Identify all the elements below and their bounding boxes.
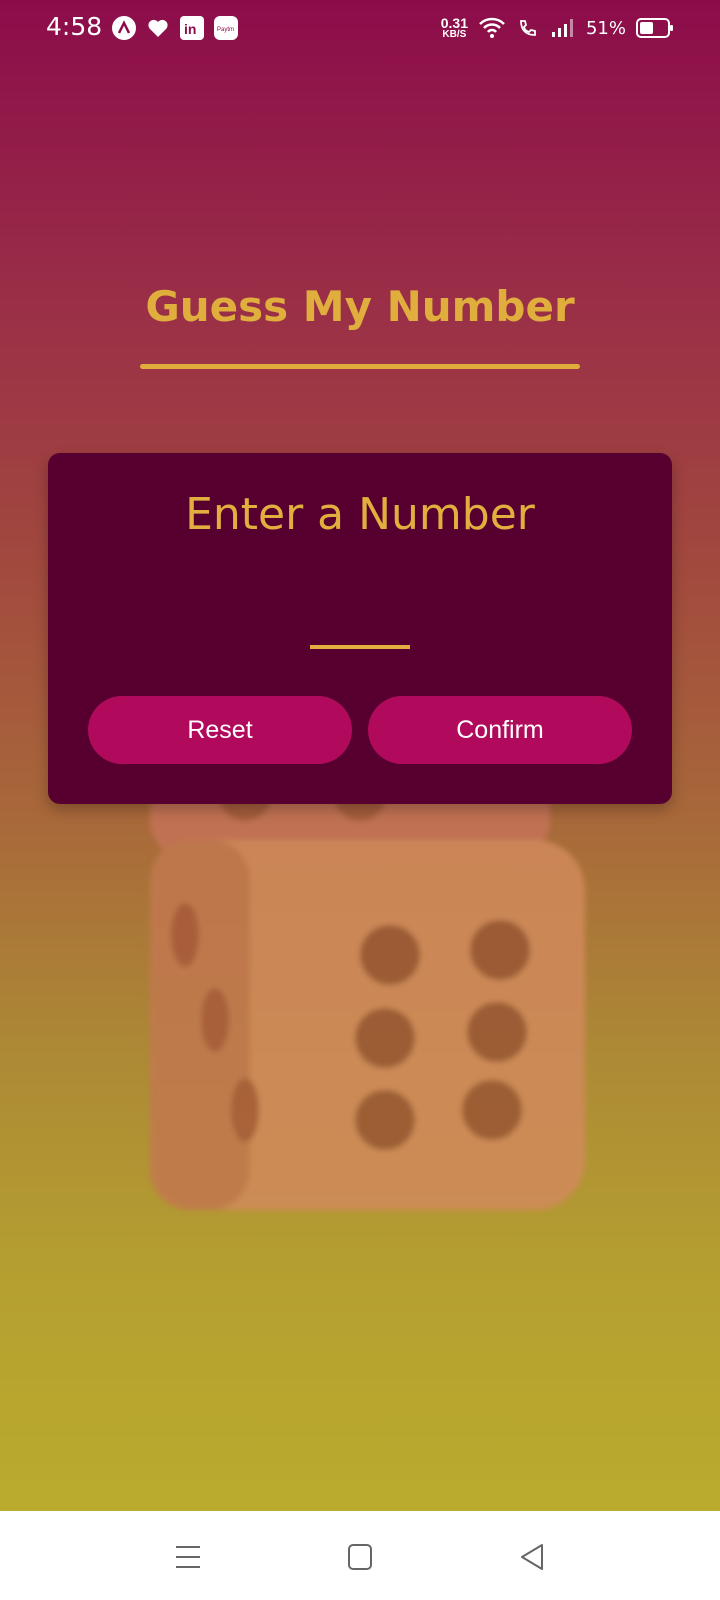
wifi-calling-icon: [520, 20, 536, 36]
navigation-bar: [0, 1511, 720, 1600]
reset-button[interactable]: Reset: [88, 696, 352, 764]
menu-icon[interactable]: [168, 1539, 208, 1575]
card-prompt: Enter a Number: [185, 489, 535, 540]
number-input-card: Enter a Number Reset Confirm: [48, 453, 672, 804]
arc-app-icon: [112, 16, 136, 40]
network-speed-value: 0.31: [440, 15, 468, 31]
status-right-group: 0.31 KB/S 51%: [441, 12, 674, 44]
dice-background-image: [150, 780, 585, 1210]
signal-icon: [551, 19, 573, 37]
back-triangle-icon[interactable]: [512, 1539, 552, 1575]
app-screen: 4:58 in Paytm 0.31 KB/S 51% Guess My Num…: [0, 0, 720, 1511]
wifi-icon: [479, 17, 505, 38]
heart-icon: [146, 16, 170, 40]
network-speed: 0.31 KB/S: [441, 16, 468, 40]
title-underline: [140, 364, 580, 369]
network-speed-unit: KB/S: [442, 29, 467, 40]
svg-text:in: in: [184, 21, 196, 37]
battery-percent: 51%: [585, 17, 626, 39]
battery-icon: [636, 18, 673, 38]
paytm-icon: Paytm: [214, 16, 238, 40]
status-bar: 4:58 in Paytm 0.31 KB/S 51%: [0, 0, 720, 56]
confirm-button[interactable]: Confirm: [368, 696, 632, 764]
status-time: 4:58: [46, 12, 103, 41]
home-square-icon[interactable]: [340, 1539, 380, 1575]
svg-text:Paytm: Paytm: [217, 27, 234, 33]
number-input[interactable]: [310, 603, 410, 649]
linkedin-icon: in: [180, 16, 204, 40]
page-title: Guess My Number: [145, 282, 575, 331]
